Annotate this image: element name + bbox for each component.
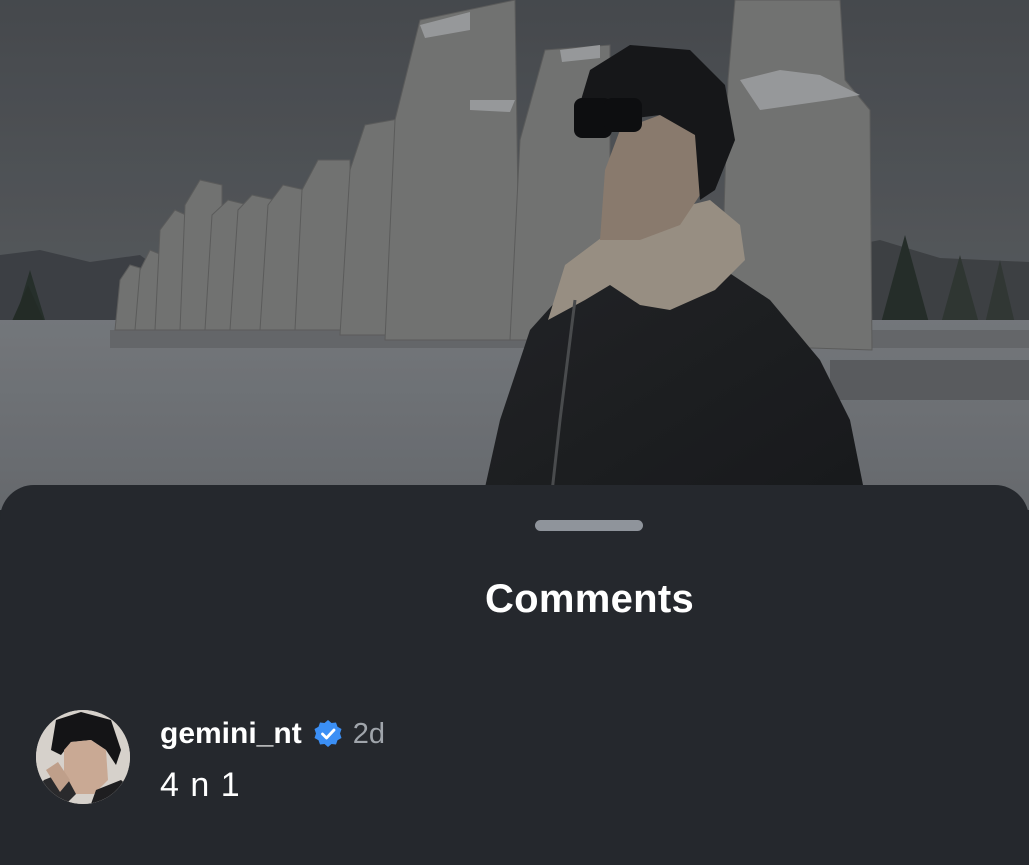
comment-text: 4 n 1	[160, 766, 241, 804]
comments-sheet: Comments gemini_nt 2d 4 n 1	[0, 485, 1029, 865]
sheet-title: Comments	[484, 577, 695, 621]
comment-meta: gemini_nt 2d	[160, 716, 385, 752]
comments-screen: Comments gemini_nt 2d 4 n 1	[0, 0, 1029, 865]
post-photo	[0, 0, 1029, 510]
comment-timestamp: 2d	[352, 717, 385, 750]
drag-handle[interactable]	[535, 520, 643, 531]
comment-item: gemini_nt 2d 4 n 1	[36, 710, 996, 810]
comment-username[interactable]: gemini_nt	[160, 717, 302, 751]
verified-badge-icon	[313, 719, 343, 749]
avatar[interactable]	[36, 710, 130, 804]
